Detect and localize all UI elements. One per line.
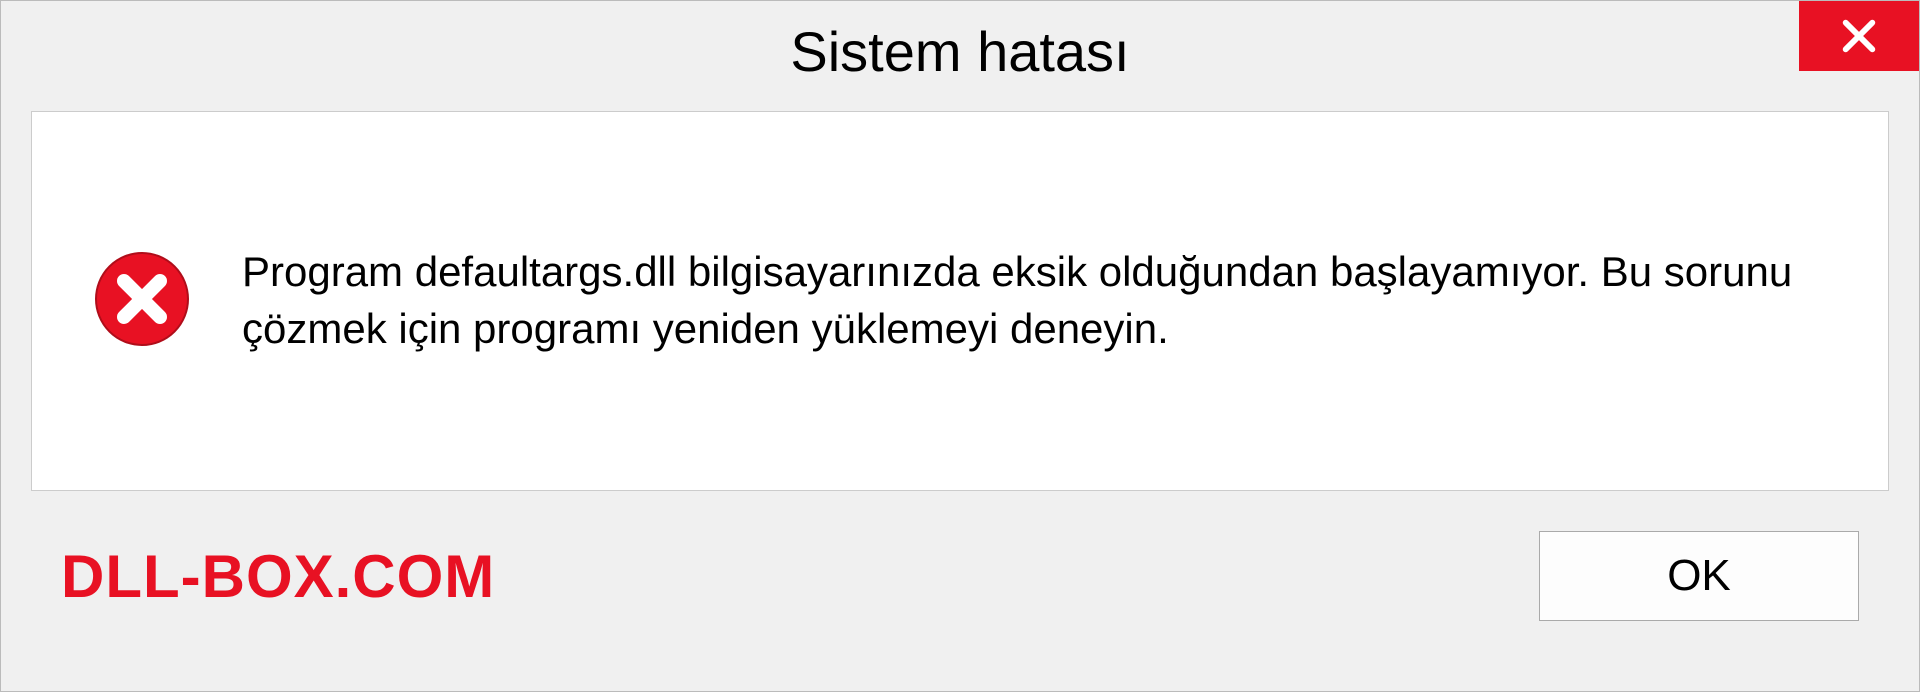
ok-button[interactable]: OK xyxy=(1539,531,1859,621)
dialog-footer: DLL-BOX.COM OK xyxy=(1,511,1919,621)
error-icon xyxy=(92,249,192,354)
close-icon xyxy=(1839,16,1879,56)
content-panel: Program defaultargs.dll bilgisayarınızda… xyxy=(31,111,1889,491)
error-message: Program defaultargs.dll bilgisayarınızda… xyxy=(242,244,1828,357)
close-button[interactable] xyxy=(1799,1,1919,71)
dialog-title: Sistem hatası xyxy=(790,19,1129,84)
error-dialog: Sistem hatası Program defaultargs.dll bi… xyxy=(0,0,1920,692)
brand-text: DLL-BOX.COM xyxy=(61,542,495,611)
titlebar: Sistem hatası xyxy=(1,1,1919,101)
